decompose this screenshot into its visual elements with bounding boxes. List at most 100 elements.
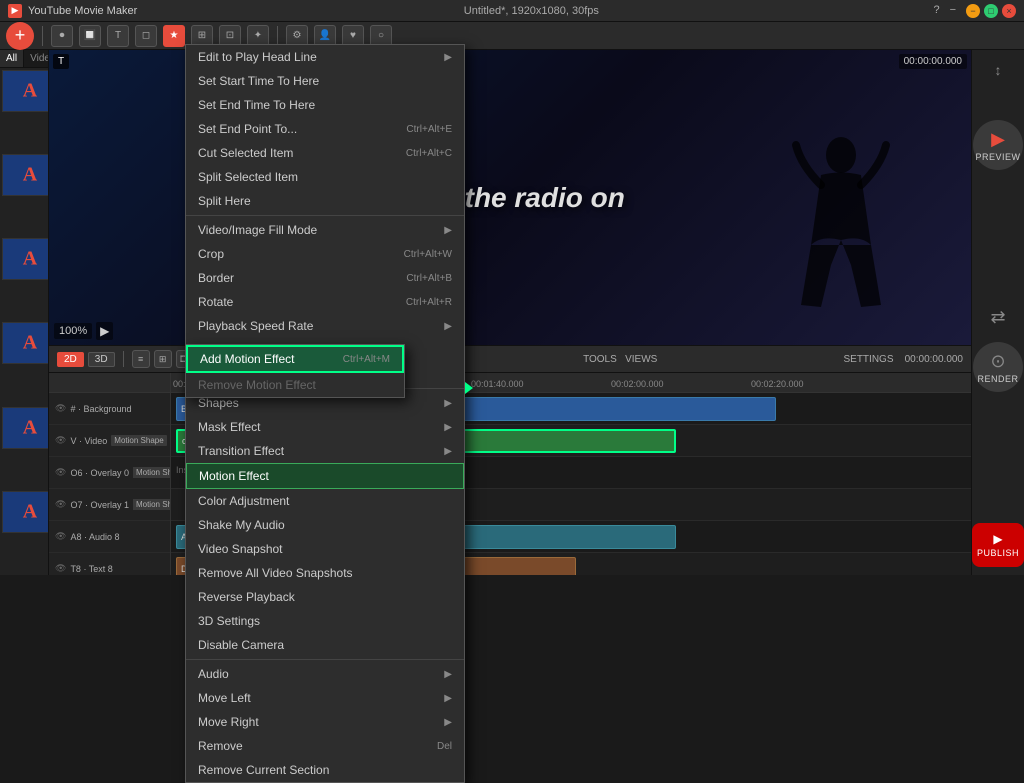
star-button[interactable]: ★ bbox=[163, 25, 185, 47]
menu-sep-3 bbox=[186, 659, 464, 660]
media-tab-video[interactable]: Video bbox=[24, 50, 49, 67]
silhouette bbox=[791, 125, 891, 345]
shortcut-rotate: Ctrl+Alt+R bbox=[406, 297, 452, 308]
top-toolbar: + ⏺ 🔲 T ◻ ★ ⊞ ⊡ ✦ ⚙ 👤 ♥ ○ bbox=[0, 22, 1024, 50]
add-media-button[interactable]: + bbox=[6, 22, 34, 50]
menu-set-start-label: Set Start Time To Here bbox=[198, 74, 319, 88]
menu-set-end-point-label: Set End Point To... bbox=[198, 122, 297, 136]
submenu-arrow-1: ▶ bbox=[444, 52, 452, 63]
help-btn[interactable]: ? bbox=[933, 4, 939, 18]
menu-split-selected[interactable]: Split Selected Item bbox=[186, 165, 464, 189]
submenu-remove-motion-label: Remove Motion Effect bbox=[198, 378, 316, 392]
menu-border[interactable]: Border Ctrl+Alt+B bbox=[186, 266, 464, 290]
menu-reverse-playback-label: Reverse Playback bbox=[198, 590, 295, 604]
menu-color-adjustment[interactable]: Color Adjustment bbox=[186, 489, 464, 513]
menu-playback-speed[interactable]: Playback Speed Rate ▶ bbox=[186, 314, 464, 338]
panel-arrow-icon[interactable]: ↕ bbox=[991, 58, 1006, 82]
menu-move-left[interactable]: Move Left ▶ bbox=[186, 686, 464, 710]
menu-rotate[interactable]: Rotate Ctrl+Alt+R bbox=[186, 290, 464, 314]
submenu-arrow-9: ▶ bbox=[444, 717, 452, 728]
track-name-v: V · Video bbox=[70, 436, 107, 446]
media-thumb-16[interactable]: A bbox=[2, 491, 48, 533]
play-button[interactable]: ▶ bbox=[96, 322, 113, 340]
menu-set-start[interactable]: Set Start Time To Here bbox=[186, 69, 464, 93]
shape-button[interactable]: ◻ bbox=[135, 25, 157, 47]
menu-remove-section[interactable]: Remove Current Section bbox=[186, 758, 464, 782]
menu-cut-selected[interactable]: Cut Selected Item Ctrl+Alt+C bbox=[186, 141, 464, 165]
track-eye-o7[interactable]: 👁 bbox=[55, 499, 66, 510]
timeline-labels: 👁 # · Background 👁 V · Video Motion Shap… bbox=[49, 373, 171, 575]
media-thumb-13[interactable]: A bbox=[2, 407, 48, 449]
maximize-button[interactable]: □ bbox=[984, 4, 998, 18]
shortcut-cut: Ctrl+Alt+C bbox=[406, 148, 452, 159]
submenu-arrow-5: ▶ bbox=[444, 422, 452, 433]
menu-remove[interactable]: Remove Del bbox=[186, 734, 464, 758]
render-icon: ⊙ bbox=[990, 351, 1005, 372]
media-tab-all[interactable]: All bbox=[0, 50, 24, 67]
track-eye-a8[interactable]: 👁 bbox=[55, 531, 66, 542]
menu-crop-label: Crop bbox=[198, 247, 224, 261]
menu-edit-to-playhead[interactable]: Edit to Play Head Line ▶ bbox=[186, 45, 464, 69]
menu-reverse-playback[interactable]: Reverse Playback bbox=[186, 585, 464, 609]
track-eye-o6[interactable]: 👁 bbox=[55, 467, 66, 478]
track-name-t8: T8 · Text 8 bbox=[70, 564, 112, 574]
media-thumb-10[interactable]: A bbox=[2, 322, 48, 364]
mode-3d-button[interactable]: 3D bbox=[88, 352, 115, 367]
render-button[interactable]: ⊙ RENDER bbox=[973, 342, 1023, 392]
menu-remove-snapshots[interactable]: Remove All Video Snapshots bbox=[186, 561, 464, 585]
menu-disable-camera[interactable]: Disable Camera bbox=[186, 633, 464, 657]
track-eye-v[interactable]: 👁 bbox=[55, 435, 66, 446]
track-label-t8: 👁 T8 · Text 8 bbox=[49, 553, 170, 575]
minimize-button[interactable]: − bbox=[966, 4, 980, 18]
menu-crop[interactable]: Crop Ctrl+Alt+W bbox=[186, 242, 464, 266]
close-button[interactable]: × bbox=[1002, 4, 1016, 18]
menu-split-selected-label: Split Selected Item bbox=[198, 170, 298, 184]
menu-fill-mode[interactable]: Video/Image Fill Mode ▶ bbox=[186, 218, 464, 242]
menu-motion-effect-label: Motion Effect bbox=[199, 469, 269, 483]
timeline-grid-btn[interactable]: ⊞ bbox=[154, 350, 172, 368]
app-icon: ▶ bbox=[8, 4, 22, 18]
submenu-add-motion-label: Add Motion Effect bbox=[200, 352, 295, 366]
submenu-remove-motion: Remove Motion Effect bbox=[186, 373, 404, 397]
menu-3d-settings[interactable]: 3D Settings bbox=[186, 609, 464, 633]
track-eye-bg[interactable]: 👁 bbox=[55, 403, 66, 414]
arrow-right-icon[interactable]: ⇄ bbox=[984, 301, 1011, 334]
media-thumb-7[interactable]: A bbox=[2, 238, 48, 280]
track-label-a8: 👁 A8 · Audio 8 bbox=[49, 521, 170, 553]
menu-mask-effect[interactable]: Mask Effect ▶ bbox=[186, 415, 464, 439]
menu-video-snapshot[interactable]: Video Snapshot bbox=[186, 537, 464, 561]
menu-motion-effect[interactable]: Motion Effect bbox=[186, 463, 464, 489]
menu-set-end[interactable]: Set End Time To Here bbox=[186, 93, 464, 117]
menu-move-right[interactable]: Move Right ▶ bbox=[186, 710, 464, 734]
text-button[interactable]: T bbox=[107, 25, 129, 47]
mode-2d-button[interactable]: 2D bbox=[57, 352, 84, 367]
record-button[interactable]: ⏺ bbox=[51, 25, 73, 47]
right-panel: ↕ ▶ PREVIEW ⇄ ⊙ RENDER ▶ PUBLISH bbox=[971, 50, 1024, 575]
media-thumb-1[interactable]: A bbox=[2, 70, 48, 112]
track-eye-t8[interactable]: 👁 bbox=[55, 563, 66, 574]
publish-button[interactable]: ▶ PUBLISH bbox=[972, 523, 1024, 567]
menu-3d-settings-label: 3D Settings bbox=[198, 614, 260, 628]
menu-shake-audio[interactable]: Shake My Audio bbox=[186, 513, 464, 537]
submenu-arrow-7: ▶ bbox=[444, 669, 452, 680]
preview-button[interactable]: ▶ PREVIEW bbox=[973, 120, 1023, 170]
ruler-mark-4: 00:02:20.000 bbox=[751, 379, 804, 389]
menu-set-end-point[interactable]: Set End Point To... Ctrl+Alt+E bbox=[186, 117, 464, 141]
minimize-btn[interactable]: − bbox=[950, 4, 956, 18]
toolbar-separator-2 bbox=[277, 26, 278, 46]
media-thumb-4[interactable]: A bbox=[2, 154, 48, 196]
timeline-list-btn[interactable]: ≡ bbox=[132, 350, 150, 368]
menu-transition[interactable]: Transition Effect ▶ bbox=[186, 439, 464, 463]
preview-time-right: 00:00:00.000 bbox=[905, 354, 963, 365]
shortcut-set-end: Ctrl+Alt+E bbox=[406, 124, 452, 135]
photo-button[interactable]: 🔲 bbox=[79, 25, 101, 47]
submenu-arrow-2: ▶ bbox=[444, 225, 452, 236]
menu-edit-to-playhead-label: Edit to Play Head Line bbox=[198, 50, 317, 64]
submenu-add-motion[interactable]: Add Motion Effect Ctrl+Alt+M bbox=[186, 345, 404, 373]
menu-audio[interactable]: Audio ▶ bbox=[186, 662, 464, 686]
submenu-arrow-8: ▶ bbox=[444, 693, 452, 704]
menu-fill-mode-label: Video/Image Fill Mode bbox=[198, 223, 317, 237]
menu-split-here[interactable]: Split Here bbox=[186, 189, 464, 213]
context-menu: Edit to Play Head Line ▶ Set Start Time … bbox=[185, 44, 465, 783]
title-bar: ▶ YouTube Movie Maker Untitled*, 1920x10… bbox=[0, 0, 1024, 22]
